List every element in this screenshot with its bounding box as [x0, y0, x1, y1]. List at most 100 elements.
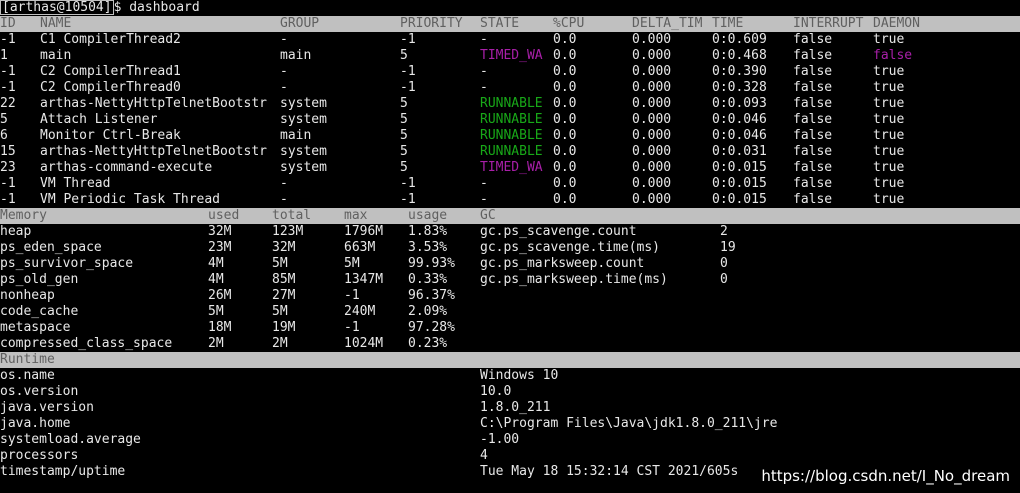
table-row: metaspace 18M 19M -1 97.28% — [0, 320, 1020, 336]
thread-interrupt: false — [793, 112, 833, 127]
thread-daemon: true — [873, 192, 905, 207]
table-row: -1 C2 CompilerThread0 - -1 - 0.0 0.000 0:0.328 f… — [0, 80, 1020, 96]
memory-total: 123M — [272, 224, 304, 239]
thread-name: arthas-command-execute — [40, 160, 213, 175]
command-prompt[interactable]: [arthas@10504] $ dashboard — [0, 0, 1020, 16]
thread-state: RUNNABLE — [480, 112, 543, 127]
thread-time: 0:0.015 — [712, 176, 767, 191]
thread-priority: 5 — [400, 144, 408, 159]
gc-name: gc.ps_marksweep.time(ms) — [480, 272, 668, 287]
runtime-value: 10.0 — [480, 384, 512, 399]
col-group: GROUP — [280, 16, 320, 31]
memory-total: 5M — [272, 304, 288, 319]
col-max: max — [344, 208, 368, 223]
thread-name: Attach Listener — [40, 112, 158, 127]
thread-priority: 5 — [400, 96, 408, 111]
runtime-value: Tue May 18 15:32:14 CST 2021/605s — [480, 464, 739, 479]
memory-total: 27M — [272, 288, 296, 303]
runtime-value: Windows 10 — [480, 368, 559, 383]
table-row: code_cache 5M 5M 240M 2.09% — [0, 304, 1020, 320]
memory-max: -1 — [344, 320, 360, 335]
memory-used: 2M — [208, 336, 224, 351]
memory-table-header: Memory used total max usage GC — [0, 208, 1020, 224]
thread-priority: -1 — [400, 176, 416, 191]
thread-time: 0:0.609 — [712, 32, 767, 47]
memory-name: compressed_class_space — [0, 336, 173, 351]
thread-id: -1 — [0, 192, 16, 207]
memory-usage: 2.09% — [408, 304, 448, 319]
thread-state: RUNNABLE — [480, 128, 543, 143]
thread-interrupt: false — [793, 48, 833, 63]
thread-group: - — [280, 32, 288, 47]
thread-name: arthas-NettyHttpTelnetBootstr — [40, 144, 267, 159]
thread-state: RUNNABLE — [480, 144, 543, 159]
thread-cpu: 0.0 — [553, 176, 577, 191]
thread-interrupt: false — [793, 192, 833, 207]
thread-delta-time: 0.000 — [632, 32, 672, 47]
col-gc: GC — [480, 208, 496, 223]
prompt-host: [arthas@10504] — [0, 0, 114, 15]
thread-interrupt: false — [793, 160, 833, 175]
runtime-key: systemload.average — [0, 432, 141, 447]
memory-usage: 97.28% — [408, 320, 455, 335]
gc-name: gc.ps_scavenge.count — [480, 224, 637, 239]
runtime-value: 4 — [480, 448, 488, 463]
runtime-key: os.name — [0, 368, 55, 383]
thread-state: RUNNABLE — [480, 96, 543, 111]
table-row: -1 VM Periodic Task Thread - -1 - 0.0 0.000 0:0… — [0, 192, 1020, 208]
thread-id: 22 — [0, 96, 16, 111]
prompt-command: $ dashboard — [113, 0, 200, 15]
thread-time: 0:0.468 — [712, 48, 767, 63]
memory-used: 4M — [208, 272, 224, 287]
thread-daemon: true — [873, 64, 905, 79]
thread-delta-time: 0.000 — [632, 48, 672, 63]
runtime-value: -1.00 — [480, 432, 520, 447]
thread-group: system — [280, 160, 327, 175]
memory-usage: 1.83% — [408, 224, 448, 239]
memory-name: ps_old_gen — [0, 272, 79, 287]
thread-id: -1 — [0, 64, 16, 79]
memory-max: 1024M — [344, 336, 384, 351]
col-priority: PRIORITY — [400, 16, 463, 31]
gc-value: 0 — [720, 256, 728, 271]
runtime-key: timestamp/uptime — [0, 464, 126, 479]
table-row: 5 Attach Listener system 5 RUNNABLE 0.0 0.000 0… — [0, 112, 1020, 128]
memory-usage: 0.23% — [408, 336, 448, 351]
memory-name: metaspace — [0, 320, 71, 335]
memory-name: ps_survivor_space — [0, 256, 134, 271]
memory-total: 19M — [272, 320, 296, 335]
thread-priority: -1 — [400, 32, 416, 47]
memory-max: 663M — [344, 240, 376, 255]
thread-delta-time: 0.000 — [632, 80, 672, 95]
thread-name: VM Periodic Task Thread — [40, 192, 221, 207]
watermark-text: https://blog.csdn.net/I_No_dream — [761, 467, 1010, 485]
thread-id: -1 — [0, 80, 16, 95]
runtime-value: 1.8.0_211 — [480, 400, 551, 415]
memory-usage: 99.93% — [408, 256, 455, 271]
thread-id: 6 — [0, 128, 8, 143]
table-row: java.home C:\Program Files\Java\jdk1.8.0_… — [0, 416, 1020, 432]
table-row: os.version 10.0 — [0, 384, 1020, 400]
thread-cpu: 0.0 — [553, 32, 577, 47]
thread-table-header: ID NAME GROUP PRIORITY STATE %CPU DELTA_… — [0, 16, 1020, 32]
table-row: -1 VM Thread - -1 - 0.0 0.000 0:0.015 false true — [0, 176, 1020, 192]
gc-value: 19 — [720, 240, 736, 255]
memory-max: -1 — [344, 288, 360, 303]
thread-state: TIMED_WA — [480, 48, 543, 63]
thread-cpu: 0.0 — [553, 160, 577, 175]
thread-time: 0:0.015 — [712, 160, 767, 175]
thread-id: 23 — [0, 160, 16, 175]
thread-daemon: true — [873, 160, 905, 175]
table-row: ps_eden_space 23M 32M 663M 3.53% gc.ps_scaven… — [0, 240, 1020, 256]
thread-priority: -1 — [400, 64, 416, 79]
runtime-table-body: os.name Windows 10 os.version 10.0 java.vers… — [0, 368, 1020, 480]
memory-used: 32M — [208, 224, 232, 239]
terminal-window[interactable]: [arthas@10504] $ dashboard ID NAME GROUP … — [0, 0, 1020, 480]
thread-time: 0:0.328 — [712, 80, 767, 95]
thread-daemon: true — [873, 144, 905, 159]
thread-group: main — [280, 128, 312, 143]
thread-cpu: 0.0 — [553, 128, 577, 143]
thread-cpu: 0.0 — [553, 80, 577, 95]
col-used: used — [208, 208, 240, 223]
thread-priority: 5 — [400, 48, 408, 63]
